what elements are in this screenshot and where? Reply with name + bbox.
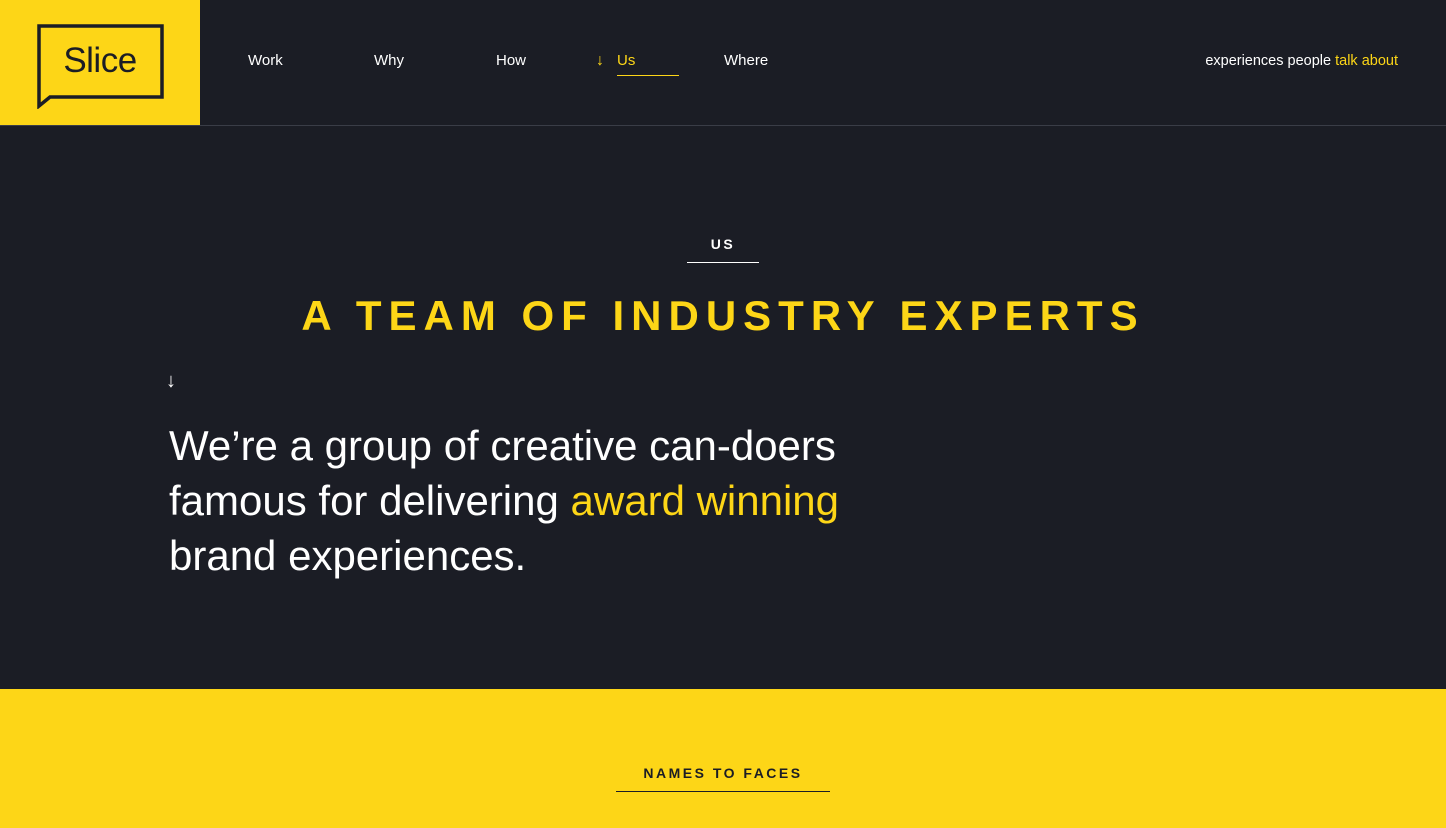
intro-highlight: award winning: [570, 477, 840, 524]
nav-item-why[interactable]: Why: [374, 52, 404, 69]
nav-active-underline: [617, 75, 679, 76]
eyebrow-underline: [687, 262, 759, 263]
intro-paragraph: We’re a group of creative can-doers famo…: [169, 418, 929, 583]
logo-wordmark: Slice: [63, 41, 137, 80]
nav-item-us[interactable]: Us: [617, 52, 635, 69]
tagline-prefix: experiences people: [1205, 53, 1336, 69]
site-header: Slice Work Why How ↓ Us Where experience…: [0, 0, 1446, 126]
names-to-faces-section: NAMES TO FACES: [0, 689, 1446, 828]
section-heading-underline: [616, 791, 830, 792]
scroll-down-arrow-icon: ↓: [166, 370, 176, 392]
nav-item-work[interactable]: Work: [248, 52, 283, 69]
arrow-down-icon: ↓: [596, 52, 604, 69]
intro-line-3: brand experiences.: [169, 532, 527, 579]
logo-link[interactable]: Slice: [0, 0, 200, 125]
page: Slice Work Why How ↓ Us Where experience…: [0, 0, 1446, 828]
page-title: A TEAM OF INDUSTRY EXPERTS: [301, 292, 1145, 339]
nav-item-where[interactable]: Where: [724, 52, 768, 69]
intro-line-2-prefix: famous for delivering: [169, 477, 571, 524]
tagline-highlight: talk about: [1335, 53, 1398, 69]
intro-line-1: We’re a group of creative can-doers: [169, 422, 836, 469]
header-tagline: experiences people talk about: [1205, 53, 1398, 69]
section-eyebrow: US: [710, 236, 736, 252]
nav-item-how[interactable]: How: [496, 52, 526, 69]
section-heading: NAMES TO FACES: [643, 765, 803, 781]
